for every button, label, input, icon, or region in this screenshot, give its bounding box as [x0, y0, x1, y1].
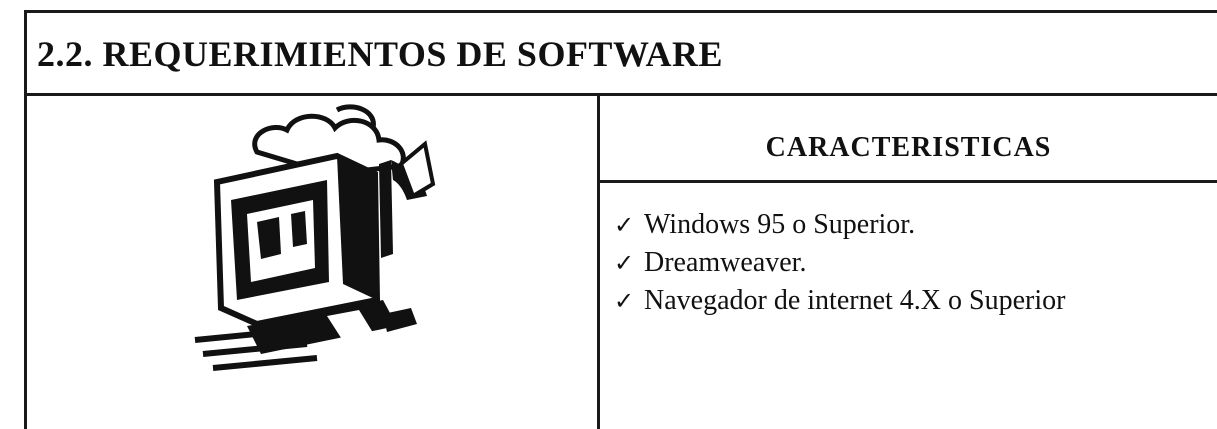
checkmark-icon: ✓	[614, 211, 635, 239]
checkmark-icon: ✓	[614, 287, 635, 315]
document-page: 2.2. REQUERIMIENTOS DE SOFTWARE CARACTER…	[0, 0, 1217, 429]
list-item: ✓ Navegador de internet 4.X o Superior	[614, 282, 1065, 320]
requirements-list: ✓ Windows 95 o Superior. ✓ Dreamweaver. ✓ N…	[614, 206, 1065, 320]
requirement-text: Dreamweaver.	[644, 247, 807, 278]
computer-clipart-icon	[194, 104, 436, 371]
characteristics-cell: CARACTERISTICAS ✓ Windows 95 o Superior. …	[600, 96, 1217, 429]
image-cell	[27, 96, 600, 429]
characteristics-header: CARACTERISTICAS	[765, 132, 1052, 163]
list-item: ✓ Dreamweaver.	[614, 244, 1065, 282]
section-title: 2.2. REQUERIMIENTOS DE SOFTWARE	[37, 34, 723, 74]
characteristics-header-row: CARACTERISTICAS	[600, 96, 1217, 183]
requirements-table: 2.2. REQUERIMIENTOS DE SOFTWARE CARACTER…	[24, 10, 1217, 429]
requirement-text: Navegador de internet 4.X o Superior	[644, 285, 1066, 316]
title-row: 2.2. REQUERIMIENTOS DE SOFTWARE	[27, 13, 1217, 96]
checkmark-icon: ✓	[614, 249, 635, 277]
requirement-text: Windows 95 o Superior.	[644, 209, 916, 240]
list-item: ✓ Windows 95 o Superior.	[614, 206, 1065, 244]
